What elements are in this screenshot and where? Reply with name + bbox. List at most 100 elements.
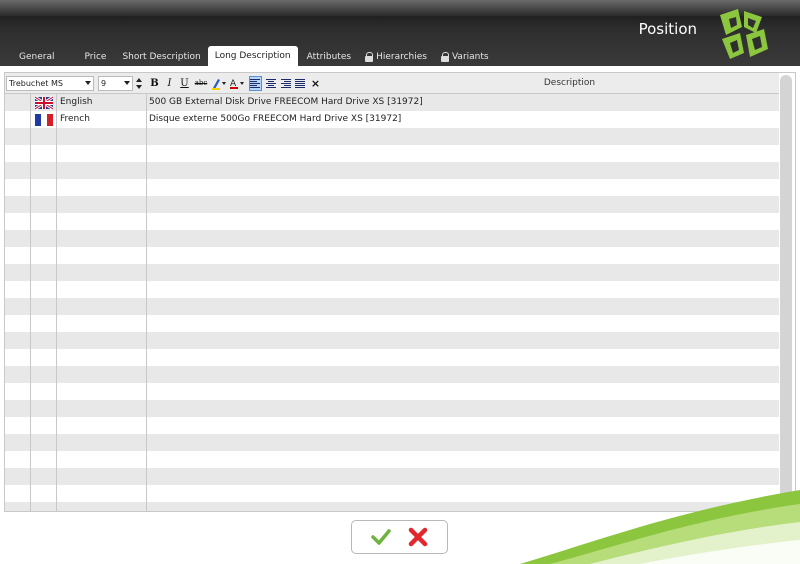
table-row[interactable] — [5, 434, 779, 451]
vertical-scrollbar[interactable] — [780, 75, 792, 509]
description-cell[interactable]: Disque externe 500Go FREECOM Hard Drive … — [147, 111, 779, 128]
table-row[interactable] — [5, 315, 779, 332]
description-cell[interactable] — [147, 128, 779, 145]
justify-button[interactable] — [294, 76, 307, 91]
tab-short-description[interactable]: Short Description — [115, 48, 207, 66]
row-selector[interactable] — [5, 417, 31, 434]
row-selector[interactable] — [5, 400, 31, 417]
tab-long-description[interactable]: Long Description — [207, 46, 298, 66]
description-cell[interactable] — [147, 485, 779, 502]
description-cell[interactable] — [147, 264, 779, 281]
row-selector[interactable] — [5, 502, 31, 511]
description-cell[interactable] — [147, 400, 779, 417]
table-row[interactable] — [5, 298, 779, 315]
description-cell[interactable] — [147, 468, 779, 485]
row-selector[interactable] — [5, 451, 31, 468]
description-cell[interactable] — [147, 145, 779, 162]
table-row[interactable] — [5, 485, 779, 502]
cancel-button[interactable] — [405, 524, 431, 550]
description-cell[interactable] — [147, 281, 779, 298]
row-selector[interactable] — [5, 264, 31, 281]
table-row[interactable] — [5, 366, 779, 383]
table-row[interactable] — [5, 383, 779, 400]
row-selector[interactable] — [5, 145, 31, 162]
description-cell[interactable] — [147, 196, 779, 213]
row-selector[interactable] — [5, 247, 31, 264]
strikethrough-button[interactable]: abc — [193, 76, 209, 91]
row-selector[interactable] — [5, 434, 31, 451]
description-cell[interactable] — [147, 349, 779, 366]
align-center-button[interactable] — [264, 76, 277, 91]
description-cell[interactable] — [147, 247, 779, 264]
underline-button[interactable]: U — [178, 76, 191, 91]
description-cell[interactable] — [147, 162, 779, 179]
description-cell[interactable] — [147, 451, 779, 468]
table-row[interactable] — [5, 179, 779, 196]
tab-price[interactable]: Price — [77, 48, 113, 66]
confirm-button[interactable] — [368, 524, 394, 550]
row-selector[interactable] — [5, 162, 31, 179]
bold-button[interactable]: B — [148, 76, 161, 91]
align-right-button[interactable] — [279, 76, 292, 91]
description-cell[interactable] — [147, 298, 779, 315]
description-cell[interactable] — [147, 417, 779, 434]
font-family-select[interactable]: Trebuchet MS — [6, 75, 94, 91]
description-cell[interactable] — [147, 434, 779, 451]
table-row[interactable] — [5, 247, 779, 264]
row-selector[interactable] — [5, 383, 31, 400]
row-selector[interactable] — [5, 94, 31, 111]
highlight-color-button[interactable] — [211, 76, 227, 91]
font-color-button[interactable]: A — [229, 76, 245, 91]
row-selector[interactable] — [5, 128, 31, 145]
row-selector[interactable] — [5, 315, 31, 332]
table-row[interactable] — [5, 230, 779, 247]
description-cell[interactable] — [147, 179, 779, 196]
size-spinner[interactable] — [135, 76, 143, 91]
description-cell[interactable]: 500 GB External Disk Drive FREECOM Hard … — [147, 94, 779, 111]
table-row[interactable] — [5, 349, 779, 366]
row-selector[interactable] — [5, 196, 31, 213]
row-selector[interactable] — [5, 332, 31, 349]
table-row[interactable] — [5, 417, 779, 434]
row-selector[interactable] — [5, 485, 31, 502]
align-left-button[interactable] — [249, 75, 262, 91]
clear-format-button[interactable]: × — [309, 76, 322, 91]
table-row[interactable] — [5, 213, 779, 230]
description-cell[interactable] — [147, 213, 779, 230]
row-selector[interactable] — [5, 281, 31, 298]
description-cell[interactable] — [147, 332, 779, 349]
row-selector[interactable] — [5, 468, 31, 485]
description-cell[interactable] — [147, 315, 779, 332]
description-cell[interactable] — [147, 230, 779, 247]
table-row[interactable] — [5, 451, 779, 468]
table-row[interactable]: French Disque externe 500Go FREECOM Hard… — [5, 111, 779, 128]
description-cell[interactable] — [147, 502, 779, 511]
tab-general[interactable]: General — [12, 48, 61, 66]
row-selector[interactable] — [5, 213, 31, 230]
font-size-select[interactable]: 9 — [98, 75, 133, 91]
description-cell[interactable] — [147, 383, 779, 400]
row-selector[interactable] — [5, 179, 31, 196]
row-selector[interactable] — [5, 230, 31, 247]
description-cell[interactable] — [147, 366, 779, 383]
row-selector[interactable] — [5, 111, 31, 128]
tab-variants[interactable]: Variants — [434, 48, 496, 66]
table-row[interactable] — [5, 128, 779, 145]
tab-attributes[interactable]: Attributes — [300, 48, 358, 66]
table-row[interactable]: English 500 GB External Disk Drive FREEC… — [5, 94, 779, 111]
table-row[interactable] — [5, 162, 779, 179]
flag-cell — [31, 281, 57, 298]
table-row[interactable] — [5, 502, 779, 511]
table-row[interactable] — [5, 332, 779, 349]
row-selector[interactable] — [5, 298, 31, 315]
table-row[interactable] — [5, 196, 779, 213]
italic-button[interactable]: I — [163, 76, 176, 91]
row-selector[interactable] — [5, 349, 31, 366]
table-row[interactable] — [5, 468, 779, 485]
row-selector[interactable] — [5, 366, 31, 383]
table-row[interactable] — [5, 400, 779, 417]
table-row[interactable] — [5, 145, 779, 162]
table-row[interactable] — [5, 264, 779, 281]
table-row[interactable] — [5, 281, 779, 298]
tab-hierarchies[interactable]: Hierarchies — [358, 48, 434, 66]
